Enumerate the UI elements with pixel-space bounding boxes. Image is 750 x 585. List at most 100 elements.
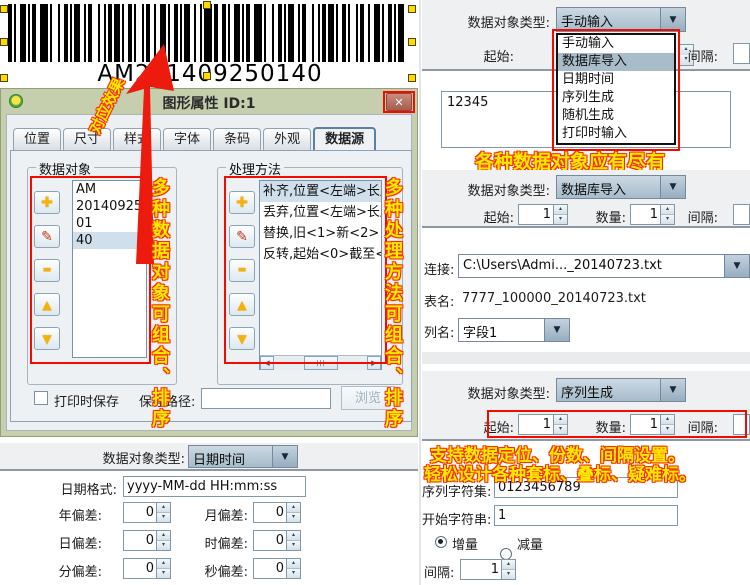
increment-radio[interactable] bbox=[435, 536, 447, 548]
chevron-down-icon[interactable]: ▼ bbox=[544, 319, 569, 341]
type-dropdown-popup[interactable]: 手动输入数据库导入日期时间序列生成随机生成打印时输入 bbox=[556, 33, 676, 145]
spinner-arrows[interactable]: ▴▾ bbox=[156, 531, 170, 550]
remove-data-object-button[interactable]: ▬ bbox=[34, 259, 60, 282]
start-spinner[interactable]: 1▴▾ bbox=[518, 204, 568, 225]
spinner-arrows[interactable]: ▴▾ bbox=[553, 415, 567, 434]
spin-down-icon[interactable]: ▾ bbox=[287, 569, 300, 578]
spinner-arrows[interactable]: ▴▾ bbox=[156, 503, 170, 522]
selection-handle[interactable] bbox=[408, 38, 416, 46]
selection-handle[interactable] bbox=[0, 38, 8, 46]
spinner-arrows[interactable]: ▴▾ bbox=[660, 415, 674, 434]
scrollbar-thumb[interactable]: ||| bbox=[304, 356, 338, 370]
spinner-arrows[interactable]: ▴▾ bbox=[156, 559, 170, 578]
qty-spinner[interactable]: 1▴▾ bbox=[630, 204, 675, 225]
spin-down-icon[interactable]: ▾ bbox=[661, 425, 674, 434]
offset-spinner[interactable]: 0▴▾ bbox=[123, 558, 171, 579]
chevron-down-icon[interactable]: ▼ bbox=[660, 379, 685, 401]
interval2-spinner[interactable]: 1▴▾ bbox=[460, 559, 516, 580]
list-item[interactable]: 补齐,位置<左端>长度< bbox=[260, 181, 381, 202]
spin-down-icon[interactable]: ▾ bbox=[157, 569, 170, 578]
dropdown-option[interactable]: 序列生成 bbox=[558, 89, 674, 107]
spin-up-icon[interactable]: ▴ bbox=[554, 415, 567, 425]
add-method-button[interactable]: ✚ bbox=[229, 191, 255, 214]
data-object-type-select[interactable]: 数据库导入 ▼ bbox=[556, 175, 686, 199]
spinner-arrows[interactable]: ▴▾ bbox=[553, 205, 567, 224]
edit-data-object-button[interactable]: ✎ bbox=[34, 225, 60, 248]
chevron-down-icon[interactable]: ▼ bbox=[724, 255, 749, 277]
dropdown-option[interactable]: 手动输入 bbox=[558, 35, 674, 53]
chevron-down-icon[interactable]: ▼ bbox=[660, 176, 685, 198]
spinner-arrows[interactable]: ▴▾ bbox=[660, 205, 674, 224]
spinner-arrows[interactable]: ▴▾ bbox=[286, 559, 300, 578]
dialog-titlebar[interactable]: 图形属性 ID:1 ✕ bbox=[1, 89, 417, 114]
spin-up-icon[interactable]: ▴ bbox=[502, 560, 515, 570]
list-item[interactable]: 反转,起始<0>截至<16 bbox=[260, 244, 381, 265]
spin-up-icon[interactable]: ▴ bbox=[287, 559, 300, 569]
spin-up-icon[interactable]: ▴ bbox=[287, 503, 300, 513]
spin-up-icon[interactable]: ▴ bbox=[661, 205, 674, 215]
dropdown-option[interactable]: 数据库导入 bbox=[558, 53, 674, 71]
remove-method-button[interactable]: ▬ bbox=[229, 259, 255, 282]
selection-handle[interactable] bbox=[203, 72, 211, 80]
selection-handle[interactable] bbox=[408, 74, 416, 82]
start-string-input[interactable]: 1 bbox=[494, 505, 678, 526]
move-down-method-button[interactable]: ▼ bbox=[229, 327, 255, 350]
connection-select[interactable]: C:\Users\Admi..._20140723.txt ▼ bbox=[458, 254, 750, 278]
tab-条码[interactable]: 条码 bbox=[213, 128, 261, 150]
chevron-down-icon[interactable]: ▼ bbox=[660, 8, 685, 31]
spin-up-icon[interactable]: ▴ bbox=[661, 415, 674, 425]
tab-外观[interactable]: 外观 bbox=[263, 128, 311, 150]
spin-up-icon[interactable]: ▴ bbox=[157, 531, 170, 541]
interval-input[interactable] bbox=[733, 414, 750, 435]
date-format-input[interactable]: yyyy-MM-dd HH:mm:ss bbox=[123, 476, 306, 497]
offset-spinner[interactable]: 0▴▾ bbox=[253, 558, 301, 579]
save-on-print-checkbox[interactable] bbox=[34, 391, 48, 405]
spin-down-icon[interactable]: ▾ bbox=[157, 541, 170, 550]
methods-list[interactable]: 补齐,位置<左端>长度<丢弃,位置<左端>长度<替换,旧<1>新<2>反转,起始… bbox=[259, 180, 382, 370]
move-up-data-object-button[interactable]: ▲ bbox=[34, 293, 60, 316]
dropdown-option[interactable]: 打印时输入 bbox=[558, 125, 674, 143]
close-button[interactable]: ✕ bbox=[386, 93, 412, 111]
start-spinner[interactable]: 1▴▾ bbox=[518, 414, 568, 435]
spin-up-icon[interactable]: ▴ bbox=[157, 559, 170, 569]
tab-位置[interactable]: 位置 bbox=[13, 128, 61, 150]
spin-down-icon[interactable]: ▾ bbox=[157, 513, 170, 522]
move-down-data-object-button[interactable]: ▼ bbox=[34, 327, 60, 350]
selection-handle[interactable] bbox=[203, 1, 211, 9]
methods-scrollbar[interactable]: ◀ ||| ▶ bbox=[260, 355, 381, 370]
list-item[interactable]: 丢弃,位置<左端>长度< bbox=[260, 202, 381, 223]
add-data-object-button[interactable]: ✚ bbox=[34, 191, 60, 214]
selection-handle[interactable] bbox=[408, 5, 416, 13]
spin-down-icon[interactable]: ▾ bbox=[287, 513, 300, 522]
spin-down-icon[interactable]: ▾ bbox=[554, 215, 567, 224]
spin-down-icon[interactable]: ▾ bbox=[661, 215, 674, 224]
barcode-image[interactable] bbox=[8, 4, 408, 62]
spinner-arrows[interactable]: ▴▾ bbox=[286, 531, 300, 550]
spin-up-icon[interactable]: ▴ bbox=[554, 205, 567, 215]
scroll-left-button[interactable]: ◀ bbox=[260, 356, 274, 370]
data-object-type-select[interactable]: 序列生成 ▼ bbox=[556, 378, 686, 402]
offset-spinner[interactable]: 0▴▾ bbox=[253, 530, 301, 551]
data-object-type-select[interactable]: 手动输入 ▼ bbox=[556, 7, 686, 32]
edit-method-button[interactable]: ✎ bbox=[229, 225, 255, 248]
dropdown-option[interactable]: 日期时间 bbox=[558, 71, 674, 89]
spin-down-icon[interactable]: ▾ bbox=[287, 541, 300, 550]
selection-handle[interactable] bbox=[0, 74, 8, 82]
spinner-arrows[interactable]: ▴▾ bbox=[286, 503, 300, 522]
selection-handle[interactable] bbox=[0, 5, 8, 13]
dropdown-option[interactable]: 随机生成 bbox=[558, 107, 674, 125]
save-path-input[interactable] bbox=[201, 388, 331, 409]
list-item[interactable]: 替换,旧<1>新<2> bbox=[260, 223, 381, 244]
offset-spinner[interactable]: 0▴▾ bbox=[123, 530, 171, 551]
offset-spinner[interactable]: 0▴▾ bbox=[253, 502, 301, 523]
data-object-type-select[interactable]: 日期时间 ▼ bbox=[188, 445, 298, 468]
offset-spinner[interactable]: 0▴▾ bbox=[123, 502, 171, 523]
spin-up-icon[interactable]: ▴ bbox=[157, 503, 170, 513]
column-select[interactable]: 字段1 ▼ bbox=[458, 318, 570, 342]
qty-spinner[interactable]: 1▴▾ bbox=[630, 414, 675, 435]
interval-input[interactable] bbox=[733, 204, 750, 225]
chevron-down-icon[interactable]: ▼ bbox=[272, 446, 297, 467]
interval-input[interactable] bbox=[733, 43, 750, 64]
spin-down-icon[interactable]: ▾ bbox=[502, 570, 515, 579]
spin-down-icon[interactable]: ▾ bbox=[554, 425, 567, 434]
